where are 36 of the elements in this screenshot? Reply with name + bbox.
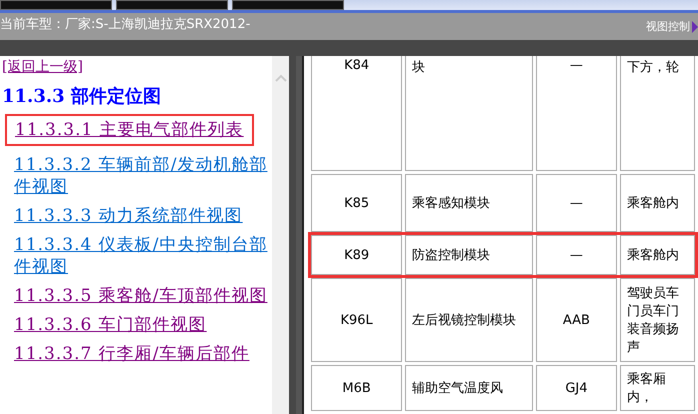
nav-link[interactable]: 11.3.3.1 主要电气部件列表 <box>15 119 244 141</box>
table-cell: 乘客舱内 <box>620 174 695 232</box>
table-cell: 防盗控制模块 <box>405 235 533 275</box>
nav-link[interactable]: 11.3.3.3 动力系统部件视图 <box>0 205 243 227</box>
table-cell: 乘客舱内 <box>620 235 695 275</box>
table-cell: M6B <box>311 365 402 411</box>
table-cell: 左后视镜控制模块 <box>405 278 533 362</box>
nav-link[interactable]: 11.3.3.4 仪表板/中央控制台部件视图 <box>0 234 272 278</box>
window-tab[interactable] <box>232 0 344 10</box>
nav-link[interactable]: 11.3.3.2 车辆前部/发动机舱部件视图 <box>0 154 272 198</box>
table-cell: AAB <box>536 278 617 362</box>
nav-link[interactable]: 11.3.3.7 行李厢/车辆后部件 <box>0 343 250 365</box>
table-cell: 辅助空气温度风 <box>405 365 533 411</box>
triangle-icon <box>692 20 698 32</box>
table-cell: K84 <box>311 56 402 171</box>
nav-link[interactable]: 11.3.3.6 车门部件视图 <box>0 314 207 336</box>
table-cell: 乘客厢内， <box>620 365 695 411</box>
table-cell: 下方，轮 <box>620 56 695 171</box>
table-cell: 乘客感知模块 <box>405 174 533 232</box>
table-cell: K89 <box>311 235 402 275</box>
back-link[interactable]: [返回上一级] <box>0 59 83 75</box>
section-heading: 11.3.3 部件定位图 <box>2 85 162 108</box>
scrollbar[interactable] <box>272 56 289 414</box>
table-cell: K85 <box>311 174 402 232</box>
window-tab[interactable] <box>116 0 228 10</box>
car-model-label: 当前车型：厂家:S-上海凯迪拉克SRX2012- <box>0 16 250 34</box>
table-cell: 块 <box>405 56 533 171</box>
table-cell: K96L <box>311 278 402 362</box>
table-cell: — <box>536 235 617 275</box>
table-cell: — <box>536 174 617 232</box>
table-cell: GJ4 <box>536 365 617 411</box>
chevron-up-icon <box>274 74 286 82</box>
window-tab[interactable] <box>0 0 112 10</box>
nav-link[interactable]: 11.3.3.5 乘客舱/车顶部件视图 <box>0 285 268 307</box>
table-cell: 驾驶员车门员车门装音频扬声 <box>620 278 695 362</box>
table-cell: — <box>536 56 617 171</box>
